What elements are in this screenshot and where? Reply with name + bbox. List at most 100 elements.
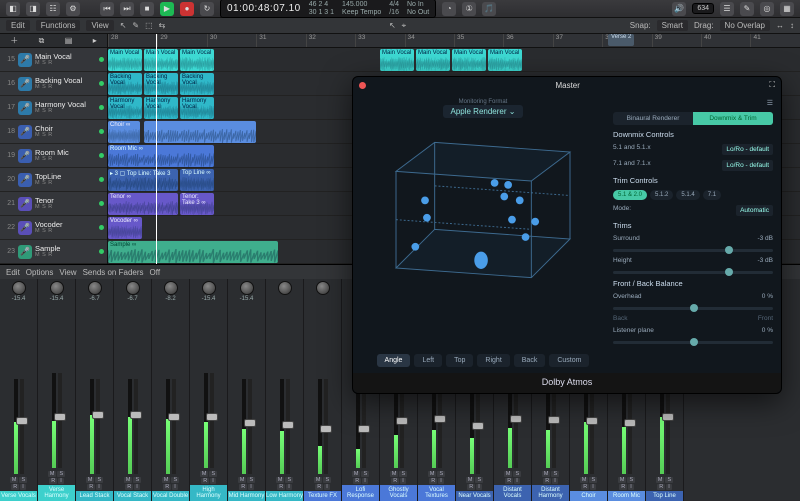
solo-button[interactable]: S: [665, 477, 673, 483]
track-icon[interactable]: 🎤: [18, 101, 32, 115]
audio-region[interactable]: Main Vocal: [144, 49, 178, 71]
countin-icon[interactable]: ①: [462, 2, 476, 16]
playhead[interactable]: [156, 34, 157, 264]
lcd-display[interactable]: 01:00:48:07.10 46 2 430 1 3 1 145.000Kee…: [220, 0, 436, 18]
stop-button[interactable]: ■: [140, 2, 154, 16]
record-enable-icon[interactable]: [99, 177, 104, 182]
tool-automation-icon[interactable]: ⬚: [145, 21, 153, 30]
mute-button[interactable]: M: [124, 477, 133, 483]
track-icon[interactable]: 🎤: [18, 53, 32, 67]
record-enable-icon[interactable]: [99, 153, 104, 158]
pan-knob[interactable]: [316, 281, 330, 295]
solo-button[interactable]: S: [399, 471, 407, 477]
ruler-tick[interactable]: 32: [306, 34, 355, 47]
surround-trim-slider[interactable]: [613, 249, 773, 252]
ruler-tick[interactable]: 33: [355, 34, 404, 47]
tool-flex-icon[interactable]: ⇆: [159, 21, 166, 30]
rec-button[interactable]: R: [429, 478, 437, 484]
record-enable-icon[interactable]: [99, 225, 104, 230]
mute-button[interactable]: M: [48, 471, 57, 477]
ruler-tick[interactable]: 39: [652, 34, 701, 47]
input-button[interactable]: I: [666, 484, 672, 490]
mute-button[interactable]: M: [238, 477, 247, 483]
input-button[interactable]: I: [20, 484, 26, 490]
audio-region[interactable]: Main Vocal: [488, 49, 522, 71]
record-enable-icon[interactable]: [99, 201, 104, 206]
solo-button[interactable]: S: [627, 477, 635, 483]
zoom-h-icon[interactable]: ↔: [776, 21, 784, 30]
track-header[interactable]: 16 🎤 Backing VocalM S R: [0, 72, 107, 96]
notes-icon[interactable]: ✎: [740, 2, 754, 16]
solo-button[interactable]: S: [171, 477, 179, 483]
browser-icon[interactable]: ▦: [780, 2, 794, 16]
audio-region[interactable]: Harmony Vocal: [108, 97, 142, 119]
track-icon[interactable]: 🎤: [18, 221, 32, 235]
ruler-tick[interactable]: 28: [108, 34, 157, 47]
rec-button[interactable]: R: [391, 478, 399, 484]
rec-button[interactable]: R: [657, 484, 665, 490]
bar-ruler[interactable]: 2829303132333435363738394041Verse 2: [108, 34, 800, 48]
rec-button[interactable]: R: [353, 478, 361, 484]
channel-strip[interactable]: -15.4 MS RI Mid Harmony: [228, 279, 266, 501]
track-header[interactable]: 15 🎤 Main VocalM S R: [0, 48, 107, 72]
atmos-3d-view[interactable]: [361, 122, 605, 349]
input-button[interactable]: I: [400, 478, 406, 484]
track-icon[interactable]: 🎤: [18, 149, 32, 163]
record-enable-icon[interactable]: [99, 81, 104, 86]
track-lane[interactable]: Main VocalMain VocalMain VocalMain Vocal…: [108, 48, 800, 72]
mute-button[interactable]: M: [200, 471, 209, 477]
channel-strip[interactable]: -15.4 MS RI Verse Harmony: [38, 279, 76, 501]
audio-region[interactable]: Harmony Vocal: [144, 97, 178, 119]
input-button[interactable]: I: [438, 478, 444, 484]
channel-strip[interactable]: MS RI Low Harmony: [266, 279, 304, 501]
trim-layout-chip[interactable]: 5.1.4: [676, 190, 699, 200]
atmos-master-panel[interactable]: Master ⛶ Monitoring Format Apple Rendere…: [352, 76, 782, 394]
list-editors-icon[interactable]: ☰: [720, 2, 734, 16]
record-enable-icon[interactable]: [99, 105, 104, 110]
functions-menu[interactable]: Functions: [36, 20, 81, 31]
rec-button[interactable]: R: [87, 484, 95, 490]
pan-knob[interactable]: [240, 281, 254, 295]
record-enable-icon[interactable]: [99, 129, 104, 134]
play-button[interactable]: ▶: [160, 2, 174, 16]
record-enable-icon[interactable]: [99, 249, 104, 254]
volume-fader[interactable]: [286, 379, 290, 474]
volume-fader[interactable]: [172, 379, 176, 474]
mute-button[interactable]: M: [10, 477, 19, 483]
zoom-v-icon[interactable]: ↕: [790, 21, 794, 30]
input-button[interactable]: I: [362, 478, 368, 484]
solo-button[interactable]: S: [19, 477, 27, 483]
rec-button[interactable]: R: [543, 478, 551, 484]
drag-select[interactable]: No Overlap: [720, 20, 770, 31]
downmix-71-select[interactable]: Lo/Ro - default: [722, 160, 773, 171]
pan-knob[interactable]: [202, 281, 216, 295]
view-right-button[interactable]: Right: [477, 354, 509, 367]
metronome-icon[interactable]: ◔: [442, 2, 456, 16]
track-header[interactable]: 18 🎤 ChoirM S R: [0, 120, 107, 144]
ruler-tick[interactable]: 41: [750, 34, 799, 47]
tool-pointer-icon[interactable]: ↖: [120, 21, 127, 30]
sends-off-toggle[interactable]: Off: [150, 268, 161, 277]
volume-fader[interactable]: [58, 373, 62, 468]
pan-knob[interactable]: [164, 281, 178, 295]
channel-strip[interactable]: -15.4 MS RI Verse Vocals: [0, 279, 38, 501]
strip-label[interactable]: Lofi Response: [342, 485, 379, 501]
strip-label[interactable]: Ghostly Vocals: [380, 485, 417, 501]
rec-button[interactable]: R: [49, 478, 57, 484]
solo-button[interactable]: S: [475, 477, 483, 483]
rec-button[interactable]: R: [619, 484, 627, 490]
mute-button[interactable]: M: [656, 477, 665, 483]
channel-strip[interactable]: -8.2 MS RI Vocal Double: [152, 279, 190, 501]
solo-button[interactable]: S: [437, 471, 445, 477]
view-top-button[interactable]: Top: [446, 354, 473, 367]
pan-knob[interactable]: [50, 281, 64, 295]
input-button[interactable]: I: [590, 484, 596, 490]
input-button[interactable]: I: [628, 484, 634, 490]
downmix-51-select[interactable]: Lo/Ro - default: [722, 144, 773, 155]
pan-knob[interactable]: [88, 281, 102, 295]
audio-region[interactable]: Top Line ∞: [180, 169, 214, 191]
toolbar-toggle-icon[interactable]: ⚙: [66, 2, 80, 16]
strip-label[interactable]: High Harmony: [190, 485, 227, 501]
track-icon[interactable]: 🎤: [18, 77, 32, 91]
input-button[interactable]: I: [58, 478, 64, 484]
